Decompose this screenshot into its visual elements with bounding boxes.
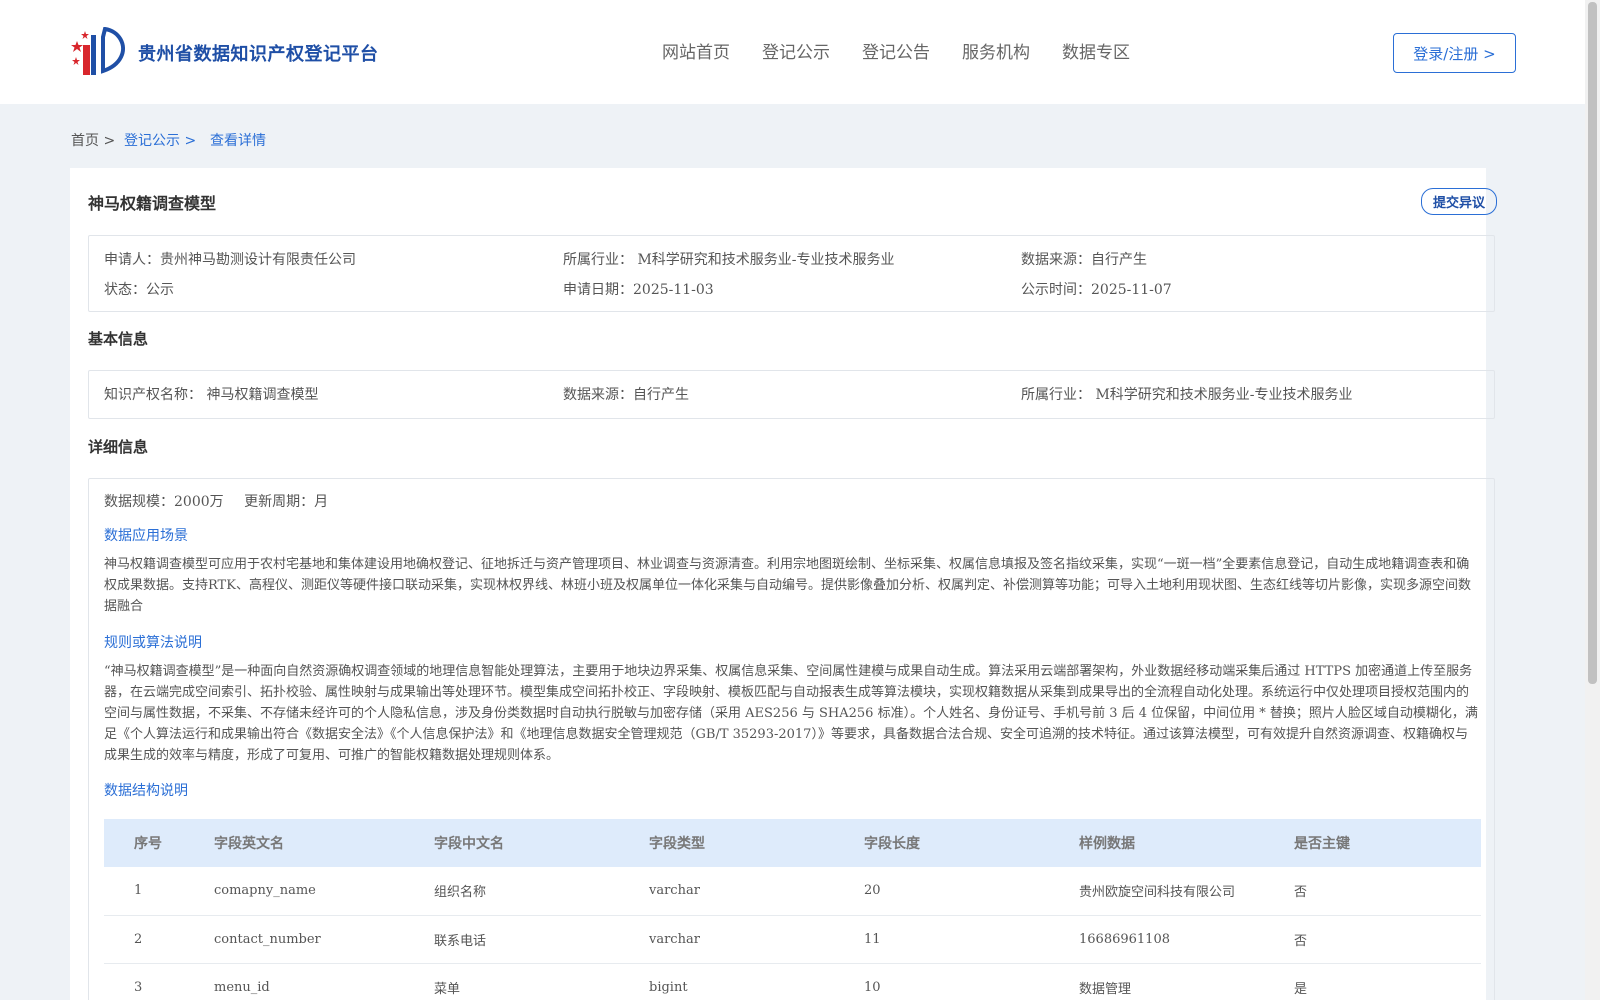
rules-text: “神马权籍调查模型”是一种面向自然资源确权调查领域的地理信息智能处理算法，主要用… — [104, 664, 1478, 763]
cycle-value: 月 — [314, 494, 329, 510]
cell-field-length: 11 — [864, 915, 1079, 964]
col-field-length: 字段长度 — [864, 819, 1079, 867]
site-title[interactable]: 贵州省数据知识产权登记平台 — [138, 40, 379, 66]
nav-home[interactable]: 网站首页 — [662, 38, 730, 63]
cell-field-en: menu_id — [214, 963, 434, 1000]
cell-primary-key: 是 — [1294, 963, 1481, 1000]
detail-info-title: 详细信息 — [88, 438, 149, 456]
table-row: 2 contact_number 联系电话 varchar 11 1668696… — [104, 915, 1481, 964]
nav-service-agencies[interactable]: 服务机构 — [962, 38, 1030, 63]
page-scrollbar[interactable] — [1585, 0, 1600, 1000]
cell-field-length: 10 — [864, 963, 1079, 1000]
nav-registration-publicity[interactable]: 登记公示 — [762, 38, 830, 63]
breadcrumb-registry[interactable]: 登记公示 > — [124, 130, 196, 150]
scale-field: 数据规模：2000万 更新周期：月 — [104, 491, 328, 511]
applicant-label: 申请人： — [104, 252, 160, 268]
page-title: 神马权籍调查模型 — [88, 194, 217, 213]
apply-date-value: 2025-11-03 — [633, 282, 714, 298]
cell-primary-key: 否 — [1294, 915, 1481, 964]
ip-name-field: 知识产权名称： 神马权籍调查模型 — [104, 384, 318, 404]
cell-sample-data: 数据管理 — [1079, 963, 1294, 1000]
table-row: 3 menu_id 菜单 bigint 10 数据管理 是 — [104, 963, 1481, 1000]
scenario-title: 数据应用场景 — [104, 528, 188, 544]
detail-card: 神马权籍调查模型 提交异议 申请人：贵州神马勘测设计有限责任公司 所属行业： M… — [70, 168, 1497, 1000]
basic-source-field: 数据来源：自行产生 — [563, 384, 689, 404]
scenario-text: 神马权籍调查模型可应用于农村宅基地和集体建设用地确权登记、征地拆迁与资产管理项目… — [104, 557, 1471, 614]
applicant-field: 申请人：贵州神马勘测设计有限责任公司 — [104, 249, 356, 269]
cell-field-length: 20 — [864, 867, 1079, 916]
structure-title: 数据结构说明 — [104, 783, 188, 799]
status-field: 状态：公示 — [104, 279, 174, 299]
publish-date-value: 2025-11-07 — [1091, 282, 1172, 298]
publish-date-label: 公示时间： — [1021, 282, 1091, 298]
cell-field-type: bigint — [649, 963, 864, 1000]
cell-sample-data: 16686961108 — [1079, 915, 1294, 964]
scrollbar-thumb[interactable] — [1588, 2, 1597, 684]
ip-name-label: 知识产权名称： — [104, 387, 202, 403]
apply-date-field: 申请日期：2025-11-03 — [563, 279, 714, 299]
applicant-value: 贵州神马勘测设计有限责任公司 — [160, 252, 356, 268]
source-value: 自行产生 — [1091, 252, 1147, 268]
scale-label: 数据规模： — [104, 494, 174, 510]
breadcrumb-home[interactable]: 首页 > — [71, 130, 115, 150]
col-sample-data: 样例数据 — [1079, 819, 1294, 867]
status-label: 状态： — [104, 282, 146, 298]
basic-source-label: 数据来源： — [563, 387, 633, 403]
col-field-en: 字段英文名 — [214, 819, 434, 867]
basic-info-box: 知识产权名称： 神马权籍调查模型 数据来源：自行产生 所属行业： M科学研究和技… — [88, 370, 1495, 419]
cell-field-en: comapny_name — [214, 867, 434, 916]
basic-industry-value: M科学研究和技术服务业-专业技术服务业 — [1095, 387, 1353, 403]
breadcrumb-current: 查看详情 — [210, 133, 266, 149]
cell-field-cn: 组织名称 — [434, 867, 649, 916]
rules-title: 规则或算法说明 — [104, 635, 202, 651]
industry-field: 所属行业： M科学研究和技术服务业-专业技术服务业 — [563, 249, 895, 269]
basic-source-value: 自行产生 — [633, 387, 689, 403]
login-register-button[interactable]: 登录/注册 > — [1393, 33, 1516, 73]
source-field: 数据来源：自行产生 — [1021, 249, 1147, 269]
flag-logo-icon[interactable] — [71, 27, 129, 77]
col-field-cn: 字段中文名 — [434, 819, 649, 867]
cycle-label: 更新周期： — [244, 494, 315, 510]
data-structure-table: 序号 字段英文名 字段中文名 字段类型 字段长度 样例数据 是否主键 1 com… — [104, 819, 1481, 1000]
table-row: 1 comapny_name 组织名称 varchar 20 贵州欧旋空间科技有… — [104, 867, 1481, 916]
summary-box: 申请人：贵州神马勘测设计有限责任公司 所属行业： M科学研究和技术服务业-专业技… — [88, 235, 1495, 312]
cell-index: 1 — [104, 867, 214, 916]
nav-registration-announcement[interactable]: 登记公告 — [862, 38, 930, 63]
basic-industry-label: 所属行业： — [1021, 387, 1091, 403]
table-header-row: 序号 字段英文名 字段中文名 字段类型 字段长度 样例数据 是否主键 — [104, 819, 1481, 867]
cell-index: 3 — [104, 963, 214, 1000]
nav-data-zone[interactable]: 数据专区 — [1062, 38, 1130, 63]
cell-sample-data: 贵州欧旋空间科技有限公司 — [1079, 867, 1294, 916]
industry-label: 所属行业： — [563, 252, 633, 268]
cell-field-cn: 菜单 — [434, 963, 649, 1000]
cell-field-en: contact_number — [214, 915, 434, 964]
detail-info-box: 数据规模：2000万 更新周期：月 数据应用场景 神马权籍调查模型可应用于农村宅… — [88, 478, 1495, 1000]
scale-value: 2000万 — [174, 494, 224, 510]
col-index: 序号 — [104, 819, 214, 867]
cell-index: 2 — [104, 915, 214, 964]
status-value: 公示 — [146, 282, 174, 298]
cell-field-type: varchar — [649, 867, 864, 916]
site-header: 贵州省数据知识产权登记平台 网站首页 登记公示 登记公告 服务机构 数据专区 登… — [0, 0, 1585, 104]
col-field-type: 字段类型 — [649, 819, 864, 867]
col-primary-key: 是否主键 — [1294, 819, 1481, 867]
publish-date-field: 公示时间：2025-11-07 — [1021, 279, 1172, 299]
ip-name-value: 神马权籍调查模型 — [206, 387, 319, 403]
submit-objection-button[interactable]: 提交异议 — [1421, 188, 1497, 215]
basic-industry-field: 所属行业： M科学研究和技术服务业-专业技术服务业 — [1021, 384, 1353, 404]
apply-date-label: 申请日期： — [563, 282, 633, 298]
cell-primary-key: 否 — [1294, 867, 1481, 916]
source-label: 数据来源： — [1021, 252, 1091, 268]
cell-field-cn: 联系电话 — [434, 915, 649, 964]
cell-field-type: varchar — [649, 915, 864, 964]
industry-value: M科学研究和技术服务业-专业技术服务业 — [637, 252, 895, 268]
basic-info-title: 基本信息 — [88, 330, 149, 348]
